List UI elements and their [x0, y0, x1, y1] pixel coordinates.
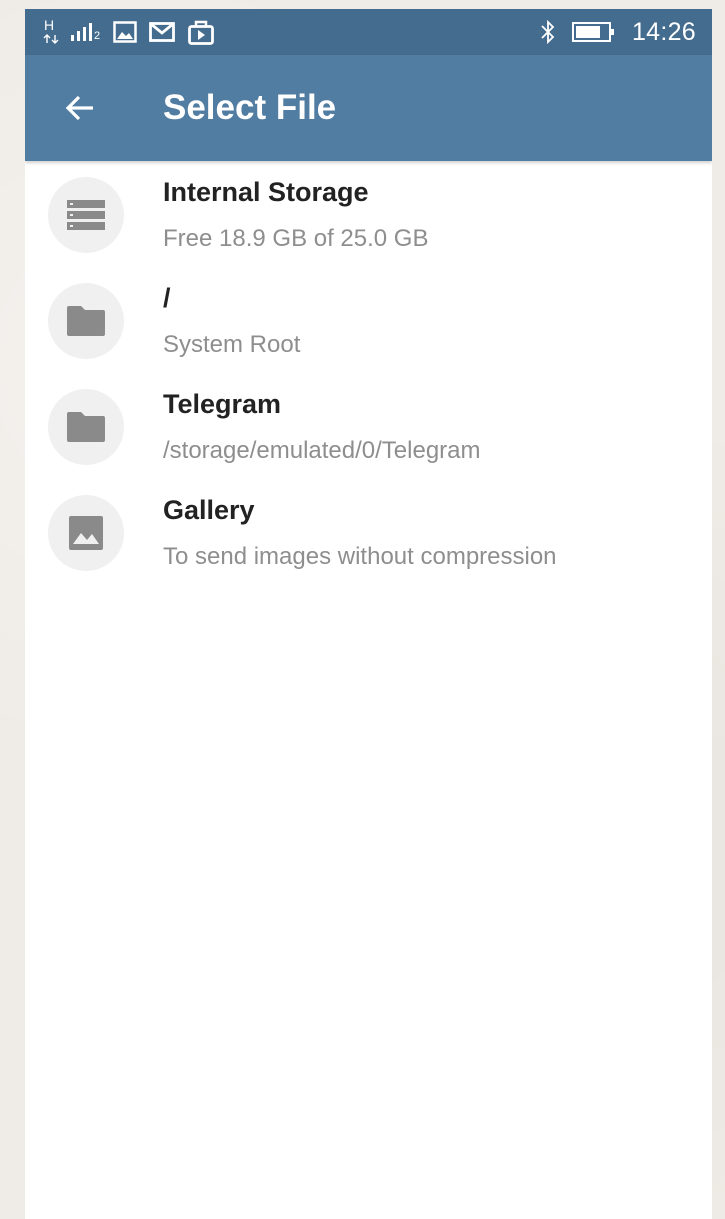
signal-icon: 2 [71, 19, 101, 45]
media-icon [187, 18, 215, 46]
arrow-left-icon [65, 95, 93, 121]
list-item-telegram[interactable]: Telegram /storage/emulated/0/Telegram [25, 373, 712, 479]
list-item-internal-storage[interactable]: Internal Storage Free 18.9 GB of 25.0 GB [25, 161, 712, 267]
file-list: Internal Storage Free 18.9 GB of 25.0 GB… [25, 161, 712, 585]
list-item-gallery[interactable]: Gallery To send images without compressi… [25, 479, 712, 585]
item-title: / [163, 283, 171, 313]
status-bar-left: H 2 [43, 9, 215, 55]
folder-icon [67, 412, 105, 442]
bluetooth-icon [540, 19, 556, 45]
item-title: Internal Storage [163, 177, 369, 207]
sim-slot-label: 2 [94, 30, 101, 42]
phone-screen: H 2 14:26 Select File Internal Storage F… [25, 9, 712, 1219]
storage-icon [67, 200, 105, 230]
status-time: 14:26 [631, 17, 696, 46]
item-subtitle: System Root [163, 331, 301, 358]
icon-circle [48, 177, 124, 253]
network-type-icon: H [43, 17, 59, 45]
status-bar-right: 14:26 [540, 9, 696, 55]
icon-circle [48, 495, 124, 571]
item-subtitle: Free 18.9 GB of 25.0 GB [163, 225, 429, 252]
item-subtitle: To send images without compression [163, 543, 557, 570]
app-bar: Select File [25, 55, 712, 161]
battery-icon [571, 21, 616, 43]
page-title: Select File [163, 88, 337, 127]
item-title: Gallery [163, 495, 255, 525]
network-type-label: H [44, 17, 55, 33]
icon-circle [48, 283, 124, 359]
icon-circle [48, 389, 124, 465]
folder-icon [67, 306, 105, 336]
gmail-icon [149, 20, 175, 44]
image-notification-icon [113, 20, 137, 44]
back-button[interactable] [55, 83, 105, 133]
status-bar: H 2 14:26 [25, 9, 712, 55]
image-icon [69, 516, 103, 550]
item-title: Telegram [163, 389, 282, 419]
list-item-system-root[interactable]: / System Root [25, 267, 712, 373]
item-subtitle: /storage/emulated/0/Telegram [163, 437, 481, 464]
